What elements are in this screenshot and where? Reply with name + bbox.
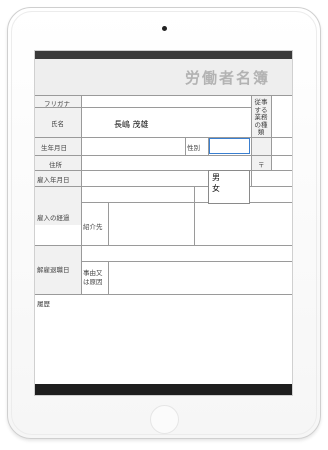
gender-label: 性別	[187, 144, 200, 152]
gender-option-female[interactable]: 女	[209, 183, 249, 194]
postal-mark: 〒	[258, 161, 265, 169]
grid-line	[271, 95, 272, 170]
grid-line	[185, 137, 186, 155]
birthdate-label: 生年月日	[41, 144, 67, 152]
introducer-label: 紹介先	[83, 223, 103, 231]
grid-line	[35, 186, 292, 187]
dismissal-date-field[interactable]	[82, 246, 292, 261]
reason-field[interactable]	[109, 262, 292, 294]
dismissal-date-label: 解雇退職日	[37, 266, 70, 274]
hire-history-label: 雇入の経過	[37, 214, 70, 222]
hire-date-label: 雇入年月日	[37, 176, 70, 184]
gender-option-male[interactable]: 男	[209, 172, 249, 183]
address-label: 住所	[49, 161, 62, 169]
worker-register-form: フリガナ 氏名 生年月日 性別 住所 雇入年月日 雇入の経過 紹介先 解雇退職日…	[35, 95, 292, 345]
tablet-screen: 労働者名簿 フリガナ 氏名 生年月日 性別 住所 雇入年月日 雇入の経過 紹介先…	[34, 50, 293, 396]
gender-dropdown: 男 女	[208, 170, 250, 204]
reason-label-line2: は原因	[83, 278, 103, 286]
furigana-label: フリガナ	[44, 100, 70, 108]
address-field[interactable]	[82, 156, 250, 170]
birthdate-field[interactable]	[82, 138, 185, 155]
name-field[interactable]: 長嶋 茂雄	[82, 108, 250, 137]
grid-line	[194, 186, 195, 245]
bottom-bar	[35, 384, 292, 395]
title-strip: 労働者名簿	[35, 59, 292, 95]
introducer-field[interactable]	[109, 203, 194, 245]
front-camera	[162, 26, 167, 31]
home-button[interactable]	[150, 405, 179, 434]
gender-select[interactable]	[209, 138, 250, 154]
furigana-field[interactable]	[82, 96, 250, 107]
history-field[interactable]	[35, 295, 292, 345]
name-label: 氏名	[51, 120, 64, 128]
job-type-label: 従事 する 業務 の種 類	[254, 98, 268, 136]
page-title: 労働者名簿	[184, 69, 270, 87]
status-bar	[35, 51, 292, 59]
name-value: 長嶋 茂雄	[114, 120, 149, 129]
grid-line	[251, 95, 252, 186]
